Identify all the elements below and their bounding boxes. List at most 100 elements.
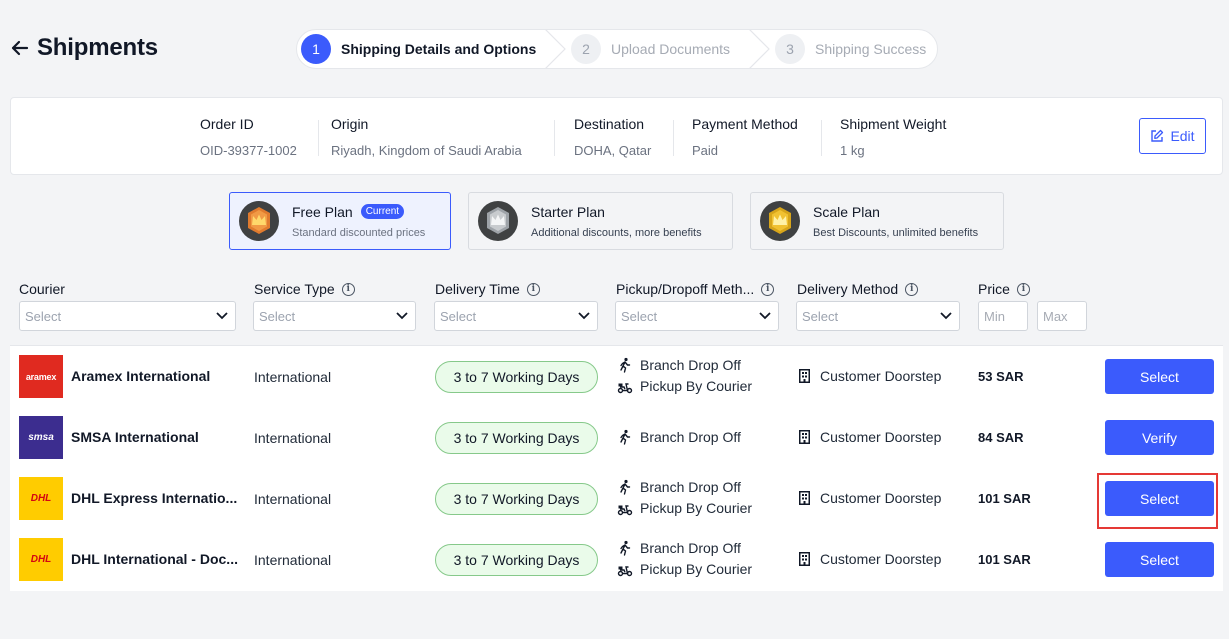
dhl-logo: DHL xyxy=(19,538,63,581)
divider xyxy=(673,120,674,156)
step-label: Shipping Details and Options xyxy=(341,41,537,57)
pickup-method-item: Pickup By Courier xyxy=(617,561,752,577)
info-icon[interactable]: i xyxy=(341,282,355,296)
field-value: OID-39377-1002 xyxy=(200,143,297,158)
back-arrow-icon[interactable] xyxy=(10,38,30,58)
plan-description: Additional discounts, more benefits xyxy=(531,226,702,239)
select-placeholder: Select xyxy=(802,308,839,324)
column-header-delivery-method: Delivery Method i xyxy=(797,281,919,297)
delivery-method-filter-select[interactable]: Select xyxy=(796,301,960,331)
field-label: Destination xyxy=(574,116,645,132)
plan-description: Best Discounts, unlimited benefits xyxy=(813,226,979,239)
walking-person-icon xyxy=(620,357,631,373)
info-icon[interactable]: i xyxy=(526,282,540,296)
courier-name: SMSA International xyxy=(71,429,199,445)
delivery-method-label: Customer Doorstep xyxy=(820,551,942,567)
column-title: Price xyxy=(978,281,1010,297)
delivery-method: Customer Doorstep xyxy=(799,368,941,384)
pickup-method-label: Pickup By Courier xyxy=(640,500,753,516)
price-min-input[interactable] xyxy=(978,301,1028,331)
info-icon[interactable]: i xyxy=(905,282,919,296)
pickup-method-filter-select[interactable]: Select xyxy=(615,301,779,331)
field-label: Payment Method xyxy=(692,116,798,132)
crown-badge-icon xyxy=(478,201,518,241)
delivery-method-label: Customer Doorstep xyxy=(820,368,942,384)
table-row: DHL DHL Express Internatio... Internatio… xyxy=(10,468,1223,529)
delivery-time-pill: 3 to 7 Working Days xyxy=(435,422,598,454)
column-title: Courier xyxy=(19,281,65,297)
plan-starter[interactable]: Starter Plan Additional discounts, more … xyxy=(468,192,733,250)
delivery-method: Customer Doorstep xyxy=(799,551,941,567)
field-label: Order ID xyxy=(200,116,254,132)
table-row: DHL DHL International - Doc... Internati… xyxy=(10,529,1223,590)
shipment-weight-field: Shipment Weight 1 kg xyxy=(840,116,946,158)
destination-field: Destination DOHA, Qatar xyxy=(574,116,651,158)
info-icon[interactable]: i xyxy=(761,282,775,296)
table-row: smsa SMSA International International 3 … xyxy=(10,407,1223,468)
step-number: 3 xyxy=(775,34,805,64)
plan-scale[interactable]: Scale Plan Best Discounts, unlimited ben… xyxy=(750,192,1004,250)
select-placeholder: Select xyxy=(259,308,296,324)
pickup-method-item: Branch Drop Off xyxy=(617,540,741,556)
delivery-method: Customer Doorstep xyxy=(799,490,941,506)
courier-scooter-icon xyxy=(617,383,633,394)
chevron-down-icon xyxy=(578,312,590,320)
info-icon[interactable]: i xyxy=(1016,282,1030,296)
pickup-method-label: Branch Drop Off xyxy=(640,357,741,373)
delivery-time-pill: 3 to 7 Working Days xyxy=(435,483,598,515)
pickup-method-label: Branch Drop Off xyxy=(640,479,741,495)
delivery-time-filter-select[interactable]: Select xyxy=(434,301,598,331)
plan-name: Free Plan xyxy=(292,203,353,220)
column-title: Delivery Time xyxy=(435,281,520,297)
walking-person-icon xyxy=(620,429,631,445)
price: 53 SAR xyxy=(978,369,1024,384)
column-title: Pickup/Dropoff Meth... xyxy=(616,281,755,297)
step-upload-documents[interactable]: 2 Upload Documents xyxy=(571,30,730,68)
plan-name: Scale Plan xyxy=(813,203,880,220)
chevron-down-icon xyxy=(940,312,952,320)
select-button[interactable]: Select xyxy=(1105,542,1214,577)
building-icon xyxy=(799,552,810,566)
page-title: Shipments xyxy=(37,34,158,61)
service-type: International xyxy=(254,369,332,385)
progress-stepper: 1 Shipping Details and Options 2 Upload … xyxy=(296,29,938,69)
courier-name: DHL International - Doc... xyxy=(71,551,238,567)
courier-name: Aramex International xyxy=(71,368,211,384)
service-type: International xyxy=(254,552,332,568)
price: 101 SAR xyxy=(978,552,1031,567)
verify-button[interactable]: Verify xyxy=(1105,420,1214,455)
edit-label: Edit xyxy=(1170,128,1195,144)
plan-free[interactable]: Free Plan Current Standard discounted pr… xyxy=(229,192,451,250)
dhl-logo: DHL xyxy=(19,477,63,520)
edit-button[interactable]: Edit xyxy=(1139,118,1206,154)
step-shipping-details[interactable]: 1 Shipping Details and Options xyxy=(301,30,536,68)
step-label: Shipping Success xyxy=(815,41,927,57)
price: 101 SAR xyxy=(978,491,1031,506)
select-button[interactable]: Select xyxy=(1105,359,1214,394)
field-value: DOHA, Qatar xyxy=(574,143,652,158)
price-max-input[interactable] xyxy=(1037,301,1087,331)
delivery-method-label: Customer Doorstep xyxy=(820,490,942,506)
delivery-method: Customer Doorstep xyxy=(799,429,941,445)
pickup-method-item: Branch Drop Off xyxy=(617,479,741,495)
service-type-filter-select[interactable]: Select xyxy=(253,301,416,331)
step-shipping-success[interactable]: 3 Shipping Success xyxy=(775,30,926,68)
walking-person-icon xyxy=(620,540,631,556)
courier-filter-select[interactable]: Select xyxy=(19,301,236,331)
step-chevron-icon xyxy=(545,30,566,68)
aramex-logo: aramex xyxy=(19,355,63,398)
courier-name: DHL Express Internatio... xyxy=(71,490,238,506)
page-header: Shipments 1 Shipping Details and Options… xyxy=(0,0,1229,96)
divider xyxy=(554,120,555,156)
step-number: 1 xyxy=(301,34,331,64)
divider xyxy=(318,120,319,156)
column-header-courier: Courier xyxy=(19,281,65,297)
pickup-method-item: Branch Drop Off xyxy=(617,429,741,445)
courier-table-body: aramex Aramex International Internationa… xyxy=(10,346,1223,591)
chevron-down-icon xyxy=(216,312,228,320)
delivery-method-label: Customer Doorstep xyxy=(820,429,942,445)
field-label: Origin xyxy=(331,116,369,132)
building-icon xyxy=(799,430,810,444)
select-button[interactable]: Select xyxy=(1105,481,1214,516)
pickup-method-label: Branch Drop Off xyxy=(640,540,741,556)
